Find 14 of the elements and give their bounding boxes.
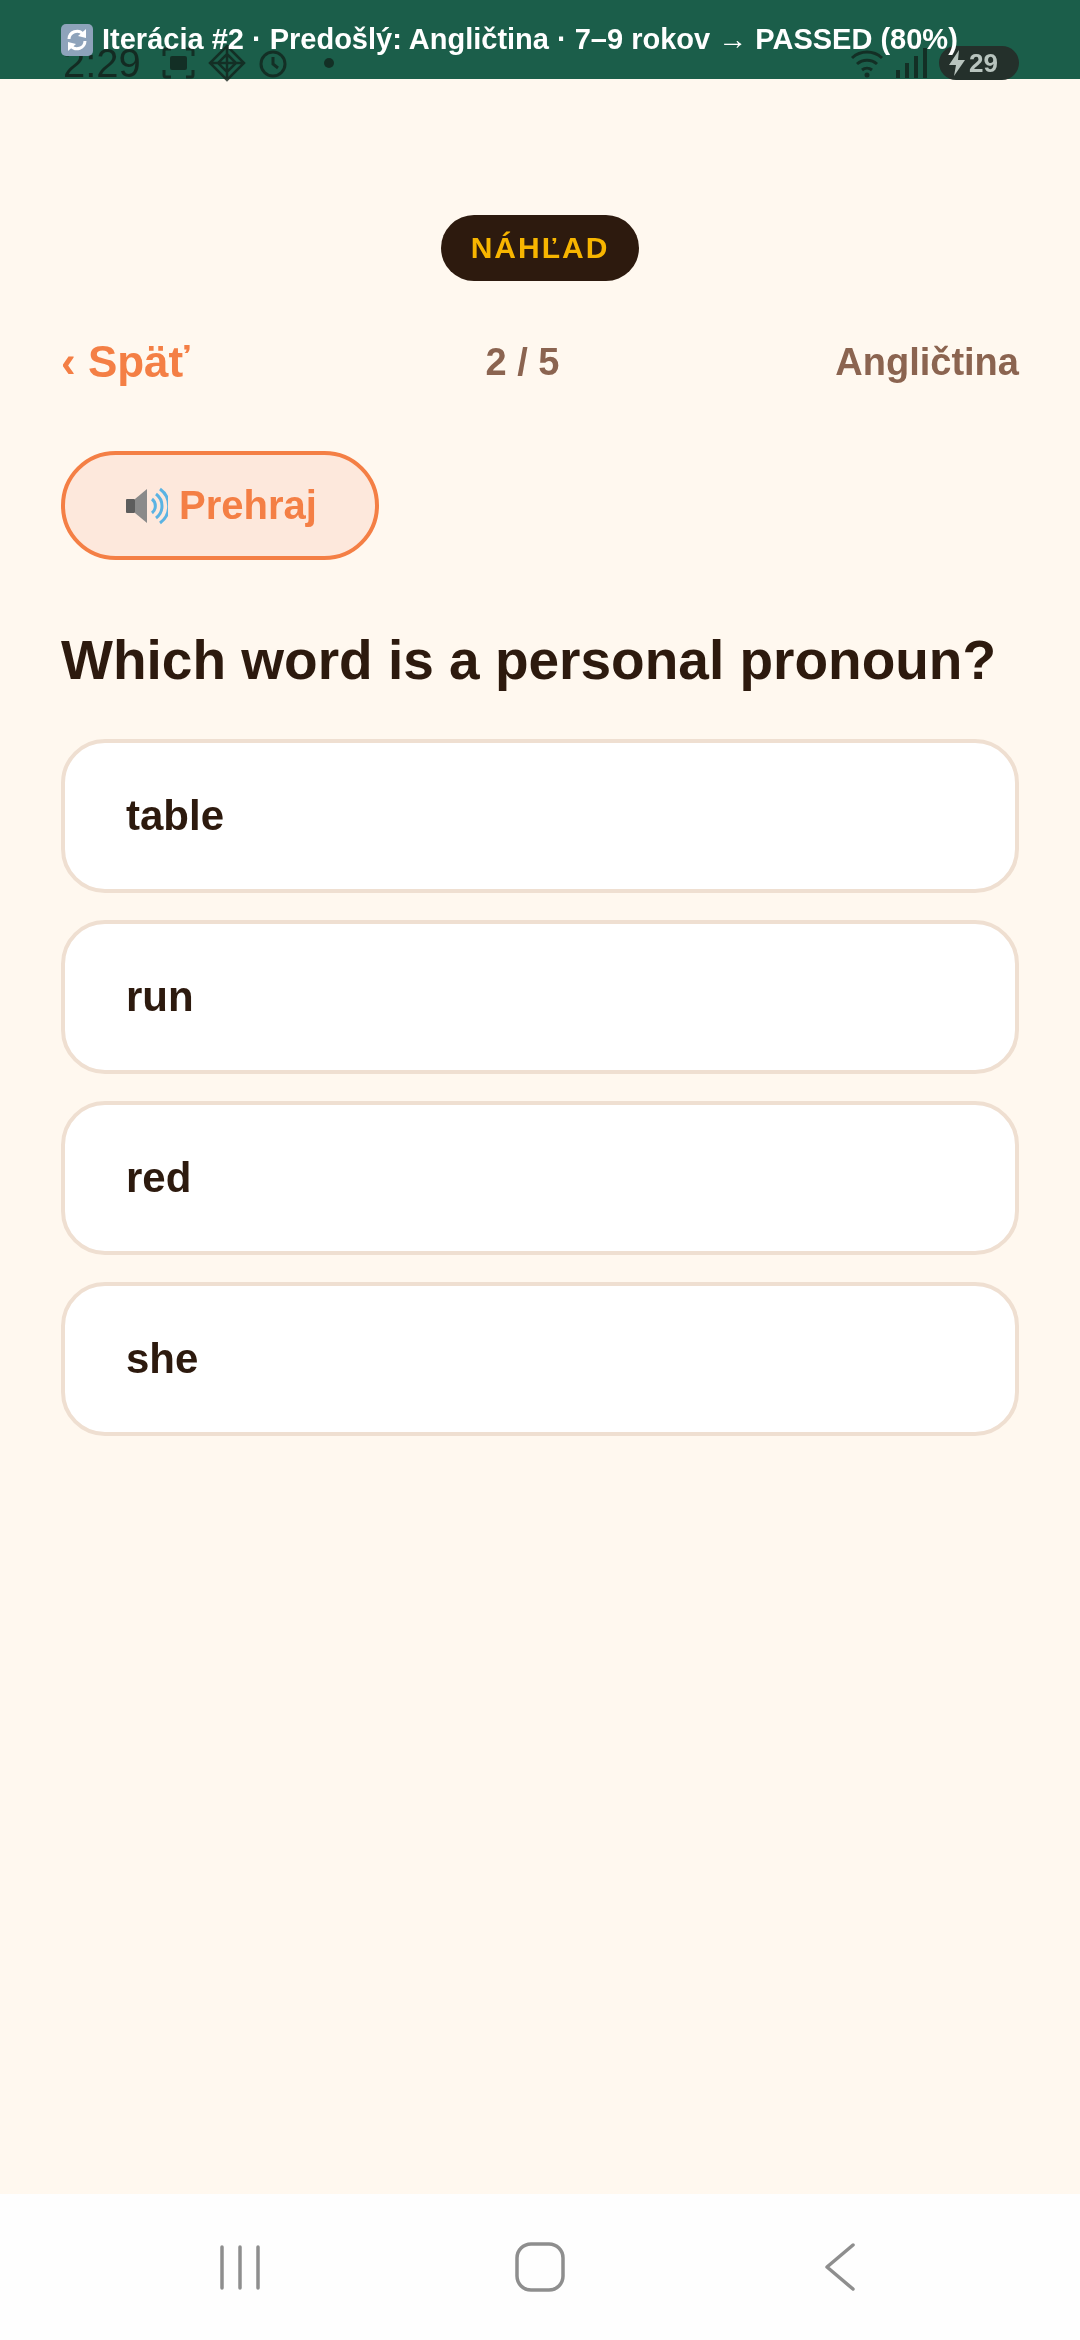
dot-icon [323, 58, 334, 68]
back-icon[interactable] [824, 2243, 856, 2291]
progress-counter: 2 / 5 [485, 340, 560, 384]
answer-option[interactable]: table [61, 739, 1019, 893]
battery-level: 29 [969, 50, 998, 76]
answer-option[interactable]: red [61, 1101, 1019, 1255]
home-icon[interactable] [515, 2242, 565, 2292]
recents-icon[interactable] [219, 2244, 261, 2290]
wifi-icon [850, 48, 884, 78]
answer-option[interactable]: run [61, 920, 1019, 1074]
preview-badge: NÁHĽAD [440, 215, 640, 281]
answer-option[interactable]: she [61, 1282, 1019, 1436]
subject-label: Angličtina [835, 340, 1019, 384]
question-text: Which word is a personal pronoun? [61, 628, 998, 693]
